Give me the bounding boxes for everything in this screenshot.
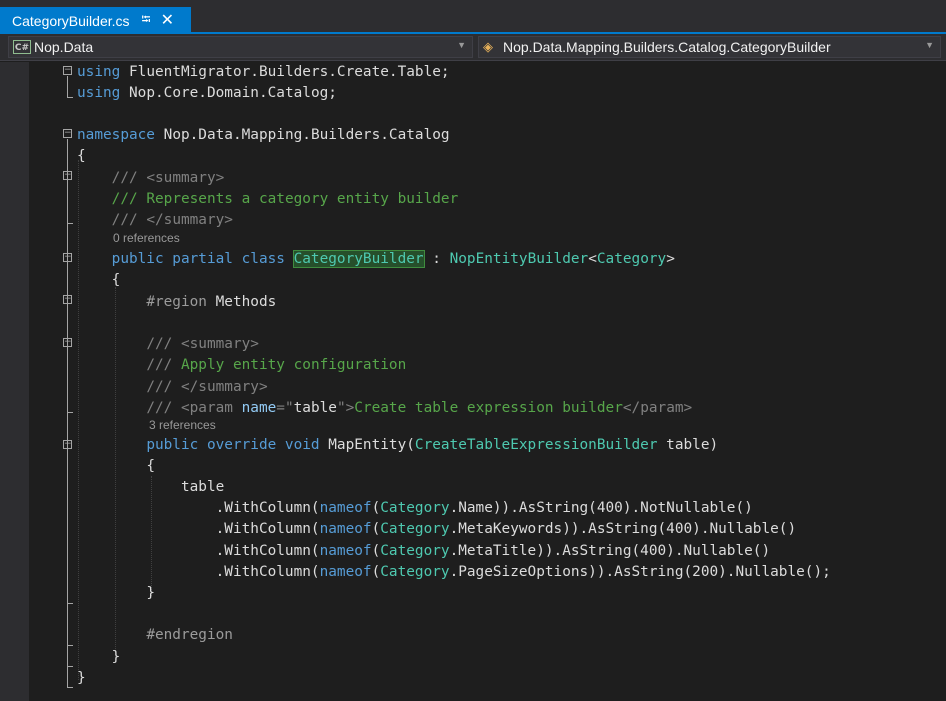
collapse-method-comment-icon[interactable]: −	[63, 338, 72, 347]
code-line-6: /// <summary>	[111, 170, 225, 186]
code-editor[interactable]: − − − − − − − using FluentMigrator.Build…	[29, 62, 946, 701]
type-dropdown-value: Nop.Data.Mapping.Builders.Catalog.Catego…	[503, 39, 831, 55]
code-line-5: {	[77, 148, 86, 164]
code-line-8: /// </summary>	[111, 212, 233, 228]
class-icon: ◈	[483, 39, 493, 54]
close-icon[interactable]: ✕	[161, 12, 174, 29]
code-line-28: }	[77, 670, 86, 686]
document-tab-strip: CategoryBuilder.cs ⭾ ✕	[0, 0, 946, 34]
code-line-10: {	[111, 272, 121, 288]
code-line-14: /// Apply entity configuration	[146, 357, 407, 373]
project-dropdown[interactable]: C# Nop.Data ▼	[8, 36, 473, 58]
csharp-project-icon: C#	[13, 40, 31, 54]
code-line-27: }	[111, 649, 121, 665]
code-line-21: .WithColumn(nameof(Category.MetaKeywords…	[215, 521, 797, 537]
navigation-bar: C# Nop.Data ▼ ◈ Nop.Data.Mapping.Builder…	[0, 34, 946, 61]
collapse-method-icon[interactable]: −	[63, 440, 72, 449]
tab-title: CategoryBuilder.cs	[12, 12, 130, 29]
collapse-region-icon[interactable]: −	[63, 295, 72, 304]
code-line-19: table	[180, 479, 225, 495]
indicator-margin	[0, 62, 49, 701]
code-line-16: /// <param name="table">Create table exp…	[146, 400, 693, 416]
code-line-17: public override void MapEntity(CreateTab…	[146, 437, 719, 453]
code-line-15: /// </summary>	[146, 379, 268, 395]
code-line-24: }	[146, 585, 155, 601]
code-line-20: .WithColumn(nameof(Category.Name)).AsStr…	[215, 500, 753, 516]
code-line-1: using FluentMigrator.Builders.Create.Tab…	[77, 64, 450, 80]
pin-icon[interactable]: ⭾	[142, 10, 151, 31]
collapse-class-icon[interactable]: −	[63, 253, 72, 262]
code-line-13: /// <summary>	[146, 336, 259, 352]
collapse-comment-icon[interactable]: −	[63, 171, 72, 180]
code-line-2: using Nop.Core.Domain.Catalog;	[77, 85, 337, 101]
code-line-11: #region Methods	[146, 294, 277, 310]
type-dropdown[interactable]: ◈ Nop.Data.Mapping.Builders.Catalog.Cate…	[478, 36, 941, 58]
code-line-23: .WithColumn(nameof(Category.PageSizeOpti…	[215, 564, 831, 580]
code-line-26: #endregion	[146, 627, 233, 643]
project-dropdown-value: Nop.Data	[34, 39, 94, 55]
code-line-18: {	[146, 458, 155, 474]
collapse-using-icon[interactable]: −	[63, 66, 72, 75]
code-line-7: /// Represents a category entity builder	[111, 191, 459, 207]
document-tab[interactable]: CategoryBuilder.cs ⭾ ✕	[0, 7, 191, 34]
codelens-references[interactable]: 3 references	[149, 418, 216, 433]
class-name-highlight[interactable]: CategoryBuilder	[292, 250, 425, 268]
chevron-down-icon: ▼	[457, 40, 466, 50]
chevron-down-icon: ▼	[925, 40, 934, 50]
code-line-22: .WithColumn(nameof(Category.MetaTitle)).…	[215, 543, 771, 559]
codelens-references[interactable]: 0 references	[113, 231, 180, 246]
code-line-4: namespace Nop.Data.Mapping.Builders.Cata…	[77, 127, 450, 143]
collapse-namespace-icon[interactable]: −	[63, 129, 72, 138]
code-line-9: public partial class CategoryBuilder : N…	[111, 250, 675, 268]
